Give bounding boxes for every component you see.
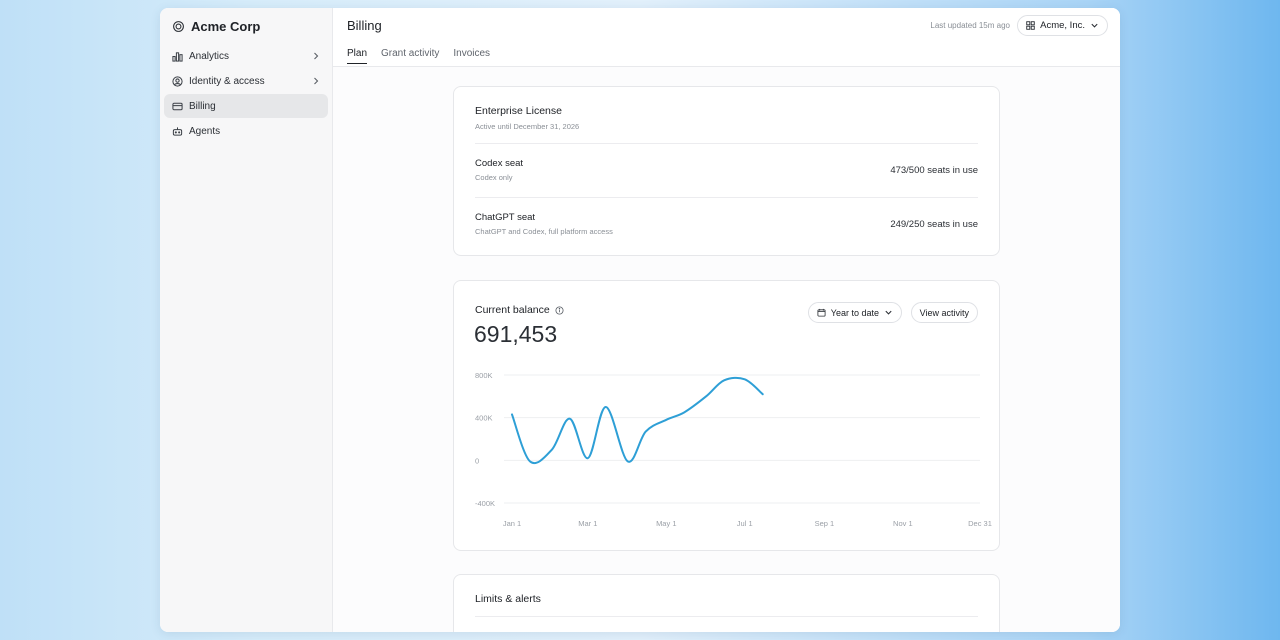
page-title: Billing <box>347 18 382 33</box>
sidebar-item-billing[interactable]: Billing <box>164 94 328 118</box>
balance-chart: 800K 400K 0 -400K Jan 1 Mar 1 May 1 Jul 1 Sep 1 N… <box>475 371 992 528</box>
x-tick-label: Jul 1 <box>737 519 753 528</box>
sidebar: Acme Corp Analytics Identity & access Bi… <box>160 8 333 632</box>
sidebar-nav: Analytics Identity & access Billing Agen… <box>164 44 328 143</box>
sidebar-item-identity-access[interactable]: Identity & access <box>164 69 328 93</box>
y-tick-label: 400K <box>475 414 493 423</box>
sidebar-item-label: Billing <box>189 100 216 112</box>
seat-name: ChatGPT seat <box>475 212 536 223</box>
brand[interactable]: Acme Corp <box>172 18 328 34</box>
brand-name: Acme Corp <box>191 18 261 34</box>
license-subtitle: Active until December 31, 2026 <box>475 122 580 131</box>
bar-chart-icon <box>172 51 183 62</box>
tab-invoices[interactable]: Invoices <box>453 48 490 64</box>
limits-card: Limits & alerts <box>453 574 1000 632</box>
balance-card: Current balance 691,453 Year to date Vie… <box>453 280 1000 551</box>
divider <box>475 143 978 144</box>
sidebar-item-label: Analytics <box>189 50 230 62</box>
x-tick-label: Mar 1 <box>578 519 597 528</box>
robot-icon <box>172 126 183 137</box>
openai-logo-icon <box>173 20 184 32</box>
credit-card-icon <box>172 101 183 112</box>
y-tick-label: 800K <box>475 371 493 380</box>
tab-plan[interactable]: Plan <box>347 48 368 64</box>
header: Billing Plan Grant activity Invoices Las… <box>333 8 1120 67</box>
chevron-right-icon <box>312 52 320 60</box>
license-card: Enterprise License Active until December… <box>453 86 1000 256</box>
last-updated-text: Last updated 15m ago <box>930 21 1010 30</box>
limits-title: Limits & alerts <box>475 593 541 605</box>
tab-grant-activity[interactable]: Grant activity <box>381 48 439 64</box>
org-selector[interactable]: Acme, Inc. <box>1017 15 1108 36</box>
seat-usage: 473/500 seats in use <box>890 165 978 176</box>
user-circle-icon <box>172 75 183 87</box>
divider <box>475 616 978 617</box>
sidebar-item-label: Agents <box>189 125 221 137</box>
chevron-right-icon <box>312 77 320 85</box>
tab-bar: Plan Grant activity Invoices <box>347 48 490 64</box>
seat-description: Codex only <box>475 173 513 182</box>
seat-description: ChatGPT and Codex, full platform access <box>475 227 613 236</box>
seat-usage: 249/250 seats in use <box>890 219 978 230</box>
sidebar-item-analytics[interactable]: Analytics <box>164 44 328 68</box>
series-line <box>511 376 764 465</box>
chevron-down-icon <box>1091 23 1098 28</box>
app-window: Acme Corp Analytics Identity & access Bi… <box>160 8 1120 632</box>
divider <box>475 197 978 198</box>
x-tick-label: Sep 1 <box>815 519 835 528</box>
org-selector-label: Acme, Inc. <box>1040 20 1085 31</box>
sidebar-item-agents[interactable]: Agents <box>164 119 328 143</box>
x-tick-label: Dec 31 <box>968 519 992 528</box>
license-title: Enterprise License <box>475 105 562 117</box>
main-content: Billing Plan Grant activity Invoices Las… <box>333 8 1120 632</box>
y-tick-label: -400K <box>475 499 495 508</box>
x-tick-label: Nov 1 <box>893 519 913 528</box>
y-tick-label: 0 <box>475 456 479 465</box>
seat-name: Codex seat <box>475 158 524 169</box>
x-tick-label: May 1 <box>656 519 676 528</box>
sidebar-item-label: Identity & access <box>189 75 265 87</box>
x-tick-label: Jan 1 <box>503 519 521 528</box>
grid-icon <box>1026 21 1035 30</box>
